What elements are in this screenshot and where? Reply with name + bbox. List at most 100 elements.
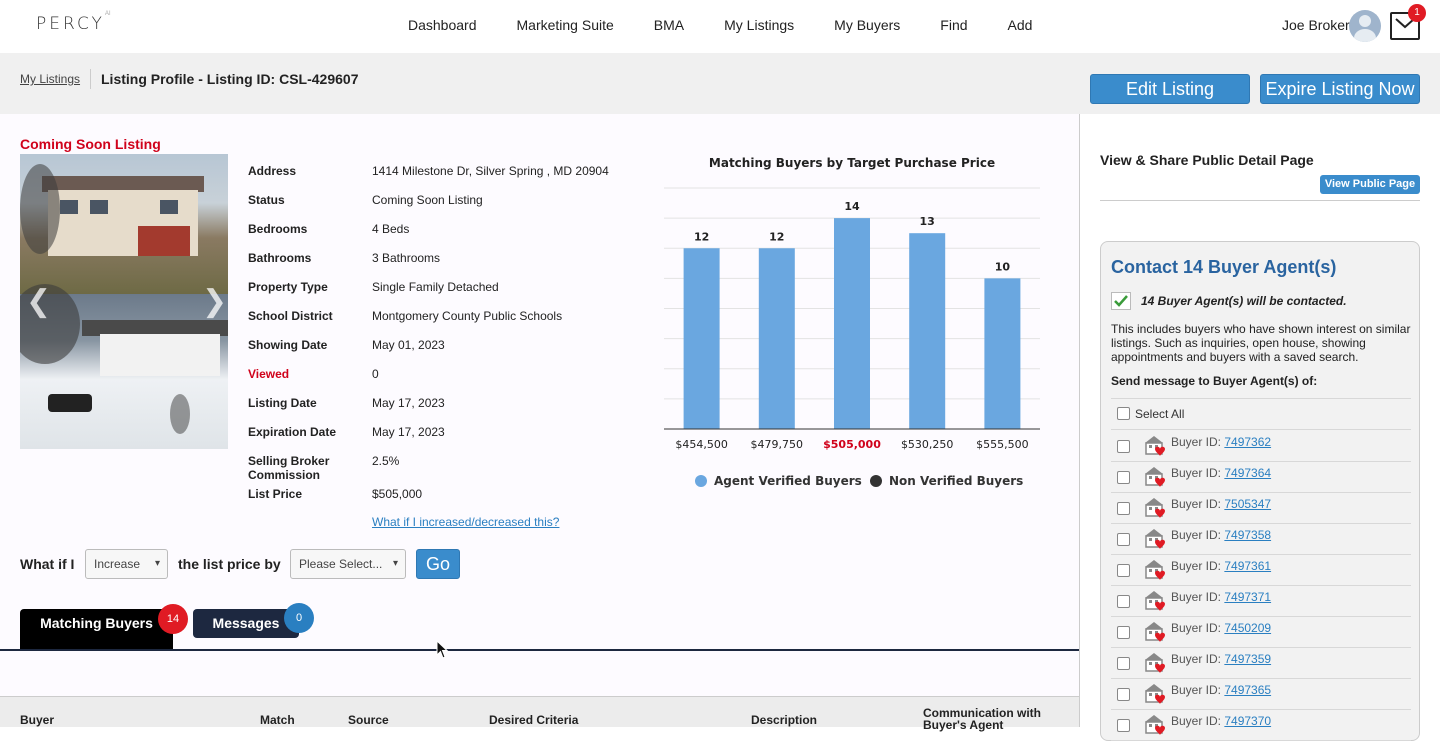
listing-photo-carousel[interactable]: ❮ ❯ — [20, 154, 228, 449]
expire-listing-button[interactable]: Expire Listing Now — [1260, 74, 1420, 104]
col-match[interactable]: Match — [260, 714, 295, 726]
nav-my-listings[interactable]: My Listings — [724, 17, 794, 33]
col-source[interactable]: Source — [348, 714, 389, 726]
carousel-prev-icon[interactable]: ❮ — [26, 284, 51, 319]
legend-item-agent-verified[interactable]: Agent Verified Buyers — [695, 474, 862, 488]
chart-bar — [909, 233, 946, 429]
listing-main-panel: Coming Soon Listing ❮ ❯ Address 1414 Mile… — [0, 114, 1079, 731]
nav-dashboard[interactable]: Dashboard — [408, 17, 477, 33]
contacted-notice: 14 Buyer Agent(s) will be contacted. — [1141, 294, 1347, 308]
detail-label: Bedrooms — [248, 222, 308, 236]
buyer-checkbox[interactable] — [1117, 564, 1130, 577]
buyer-checkbox[interactable] — [1117, 688, 1130, 701]
go-button[interactable]: Go — [416, 549, 460, 579]
buyer-id-label: Buyer ID: 7497358 — [1171, 528, 1271, 542]
buyer-id-link[interactable]: 7497359 — [1224, 652, 1271, 666]
detail-value: $505,000 — [372, 487, 423, 501]
col-buyer[interactable]: Buyer — [20, 714, 54, 726]
chart-bar — [683, 248, 720, 429]
tab-matching-buyers[interactable]: Matching Buyers — [20, 609, 173, 650]
carousel-next-icon[interactable]: ❯ — [202, 284, 227, 319]
detail-value: 2.5% — [372, 454, 400, 468]
detail-label: Property Type — [248, 280, 328, 294]
buyer-id-link[interactable]: 7497370 — [1224, 714, 1271, 728]
detail-label: School District — [248, 309, 333, 323]
buyer-row: Buyer ID: 7450209 — [1101, 616, 1419, 647]
buyer-id-link[interactable]: 7497358 — [1224, 528, 1271, 542]
user-name[interactable]: Joe Broker — [1282, 17, 1350, 33]
contact-title: Contact 14 Buyer Agent(s) — [1111, 257, 1337, 277]
buyer-id-label: Buyer ID: 7497361 — [1171, 559, 1271, 573]
buyer-id-link[interactable]: 7505347 — [1224, 497, 1271, 511]
buyer-checkbox[interactable] — [1117, 440, 1130, 453]
chart-bar — [984, 278, 1021, 429]
amount-select[interactable]: Please Select... ▾ — [290, 549, 406, 579]
nav-add[interactable]: Add — [1008, 17, 1033, 33]
buyer-row: Buyer ID: 7497362 — [1101, 430, 1419, 461]
nav-bma[interactable]: BMA — [654, 17, 684, 33]
buyer-row: Buyer ID: 7497365 — [1101, 678, 1419, 709]
buyer-id-prefix: Buyer ID: — [1171, 497, 1222, 511]
edit-listing-button[interactable]: Edit Listing — [1090, 74, 1250, 104]
detail-value: 3 Bathrooms — [372, 251, 441, 265]
buyer-checkbox[interactable] — [1117, 471, 1130, 484]
nav-my-buyers[interactable]: My Buyers — [834, 17, 900, 33]
detail-label: Showing Date — [248, 338, 328, 352]
sidebar-divider — [1100, 200, 1420, 201]
logo-superscript: AI — [104, 10, 111, 18]
percy-logo[interactable]: PERCYAI — [36, 10, 111, 34]
buyer-id-label: Buyer ID: 7497364 — [1171, 466, 1271, 480]
col-desired-criteria[interactable]: Desired Criteria — [489, 714, 578, 726]
panel-divider — [1079, 114, 1080, 727]
breadcrumb-my-listings[interactable]: My Listings — [20, 72, 80, 86]
buyer-id-prefix: Buyer ID: — [1171, 683, 1222, 697]
col-communication[interactable]: Communication with Buyer's Agent — [923, 707, 1063, 731]
buyer-checkbox[interactable] — [1117, 626, 1130, 639]
detail-label: Listing Date — [248, 396, 317, 410]
buyer-id-link[interactable]: 7497362 — [1224, 435, 1271, 449]
whatif-prefix: What if I — [20, 556, 75, 572]
buyer-row: Buyer ID: 7497361 — [1101, 554, 1419, 585]
buyer-checkbox[interactable] — [1117, 595, 1130, 608]
whatif-link[interactable]: What if I increased/decreased this? — [372, 515, 559, 529]
buyer-checkbox[interactable] — [1117, 502, 1130, 515]
select-all-label[interactable]: Select All — [1135, 407, 1184, 421]
buyer-id-link[interactable]: 7497364 — [1224, 466, 1271, 480]
x-tick-label: $530,250 — [901, 438, 954, 451]
user-avatar[interactable] — [1349, 10, 1381, 42]
legend-item-non-verified[interactable]: Non Verified Buyers — [870, 474, 1023, 488]
buyer-checkbox[interactable] — [1117, 719, 1130, 732]
buyer-heart-house-icon — [1145, 622, 1165, 642]
nav-find[interactable]: Find — [940, 17, 967, 33]
buyer-checkbox[interactable] — [1117, 533, 1130, 546]
mail-count-badge: 1 — [1408, 4, 1426, 22]
buyer-id-link[interactable]: 7450209 — [1224, 621, 1271, 635]
buyer-id-label: Buyer ID: 7497365 — [1171, 683, 1271, 697]
buyer-id-label: Buyer ID: 7497370 — [1171, 714, 1271, 728]
buyer-id-link[interactable]: 7497361 — [1224, 559, 1271, 573]
buyer-row: Buyer ID: 7497358 — [1101, 523, 1419, 554]
breadcrumb-divider — [90, 69, 91, 89]
detail-value: 1414 Milestone Dr, Silver Spring , MD 20… — [372, 164, 609, 178]
listing-status-heading: Coming Soon Listing — [20, 136, 161, 152]
buyer-id-link[interactable]: 7497371 — [1224, 590, 1271, 604]
mouse-cursor-icon — [436, 640, 449, 659]
tab-label: Matching Buyers — [40, 615, 153, 631]
select-all-checkbox[interactable] — [1117, 407, 1130, 420]
buyer-id-prefix: Buyer ID: — [1171, 528, 1222, 542]
direction-select[interactable]: Increase ▾ — [85, 549, 168, 579]
detail-value: Montgomery County Public Schools — [372, 309, 563, 323]
buyer-id-prefix: Buyer ID: — [1171, 652, 1222, 666]
messages-count-badge: 0 — [284, 603, 314, 633]
buyer-id-link[interactable]: 7497365 — [1224, 683, 1271, 697]
buyer-heart-house-icon — [1145, 498, 1165, 518]
view-public-page-button[interactable]: View Public Page — [1320, 175, 1420, 194]
send-to-label: Send message to Buyer Agent(s) of: — [1111, 374, 1318, 388]
buyer-checkbox[interactable] — [1117, 657, 1130, 670]
bar-value-label: 13 — [920, 215, 935, 228]
tab-messages[interactable]: Messages — [193, 609, 299, 638]
detail-label: Expiration Date — [248, 425, 337, 439]
col-description[interactable]: Description — [751, 714, 817, 726]
bar-value-label: 14 — [844, 200, 860, 213]
nav-marketing-suite[interactable]: Marketing Suite — [517, 17, 614, 33]
